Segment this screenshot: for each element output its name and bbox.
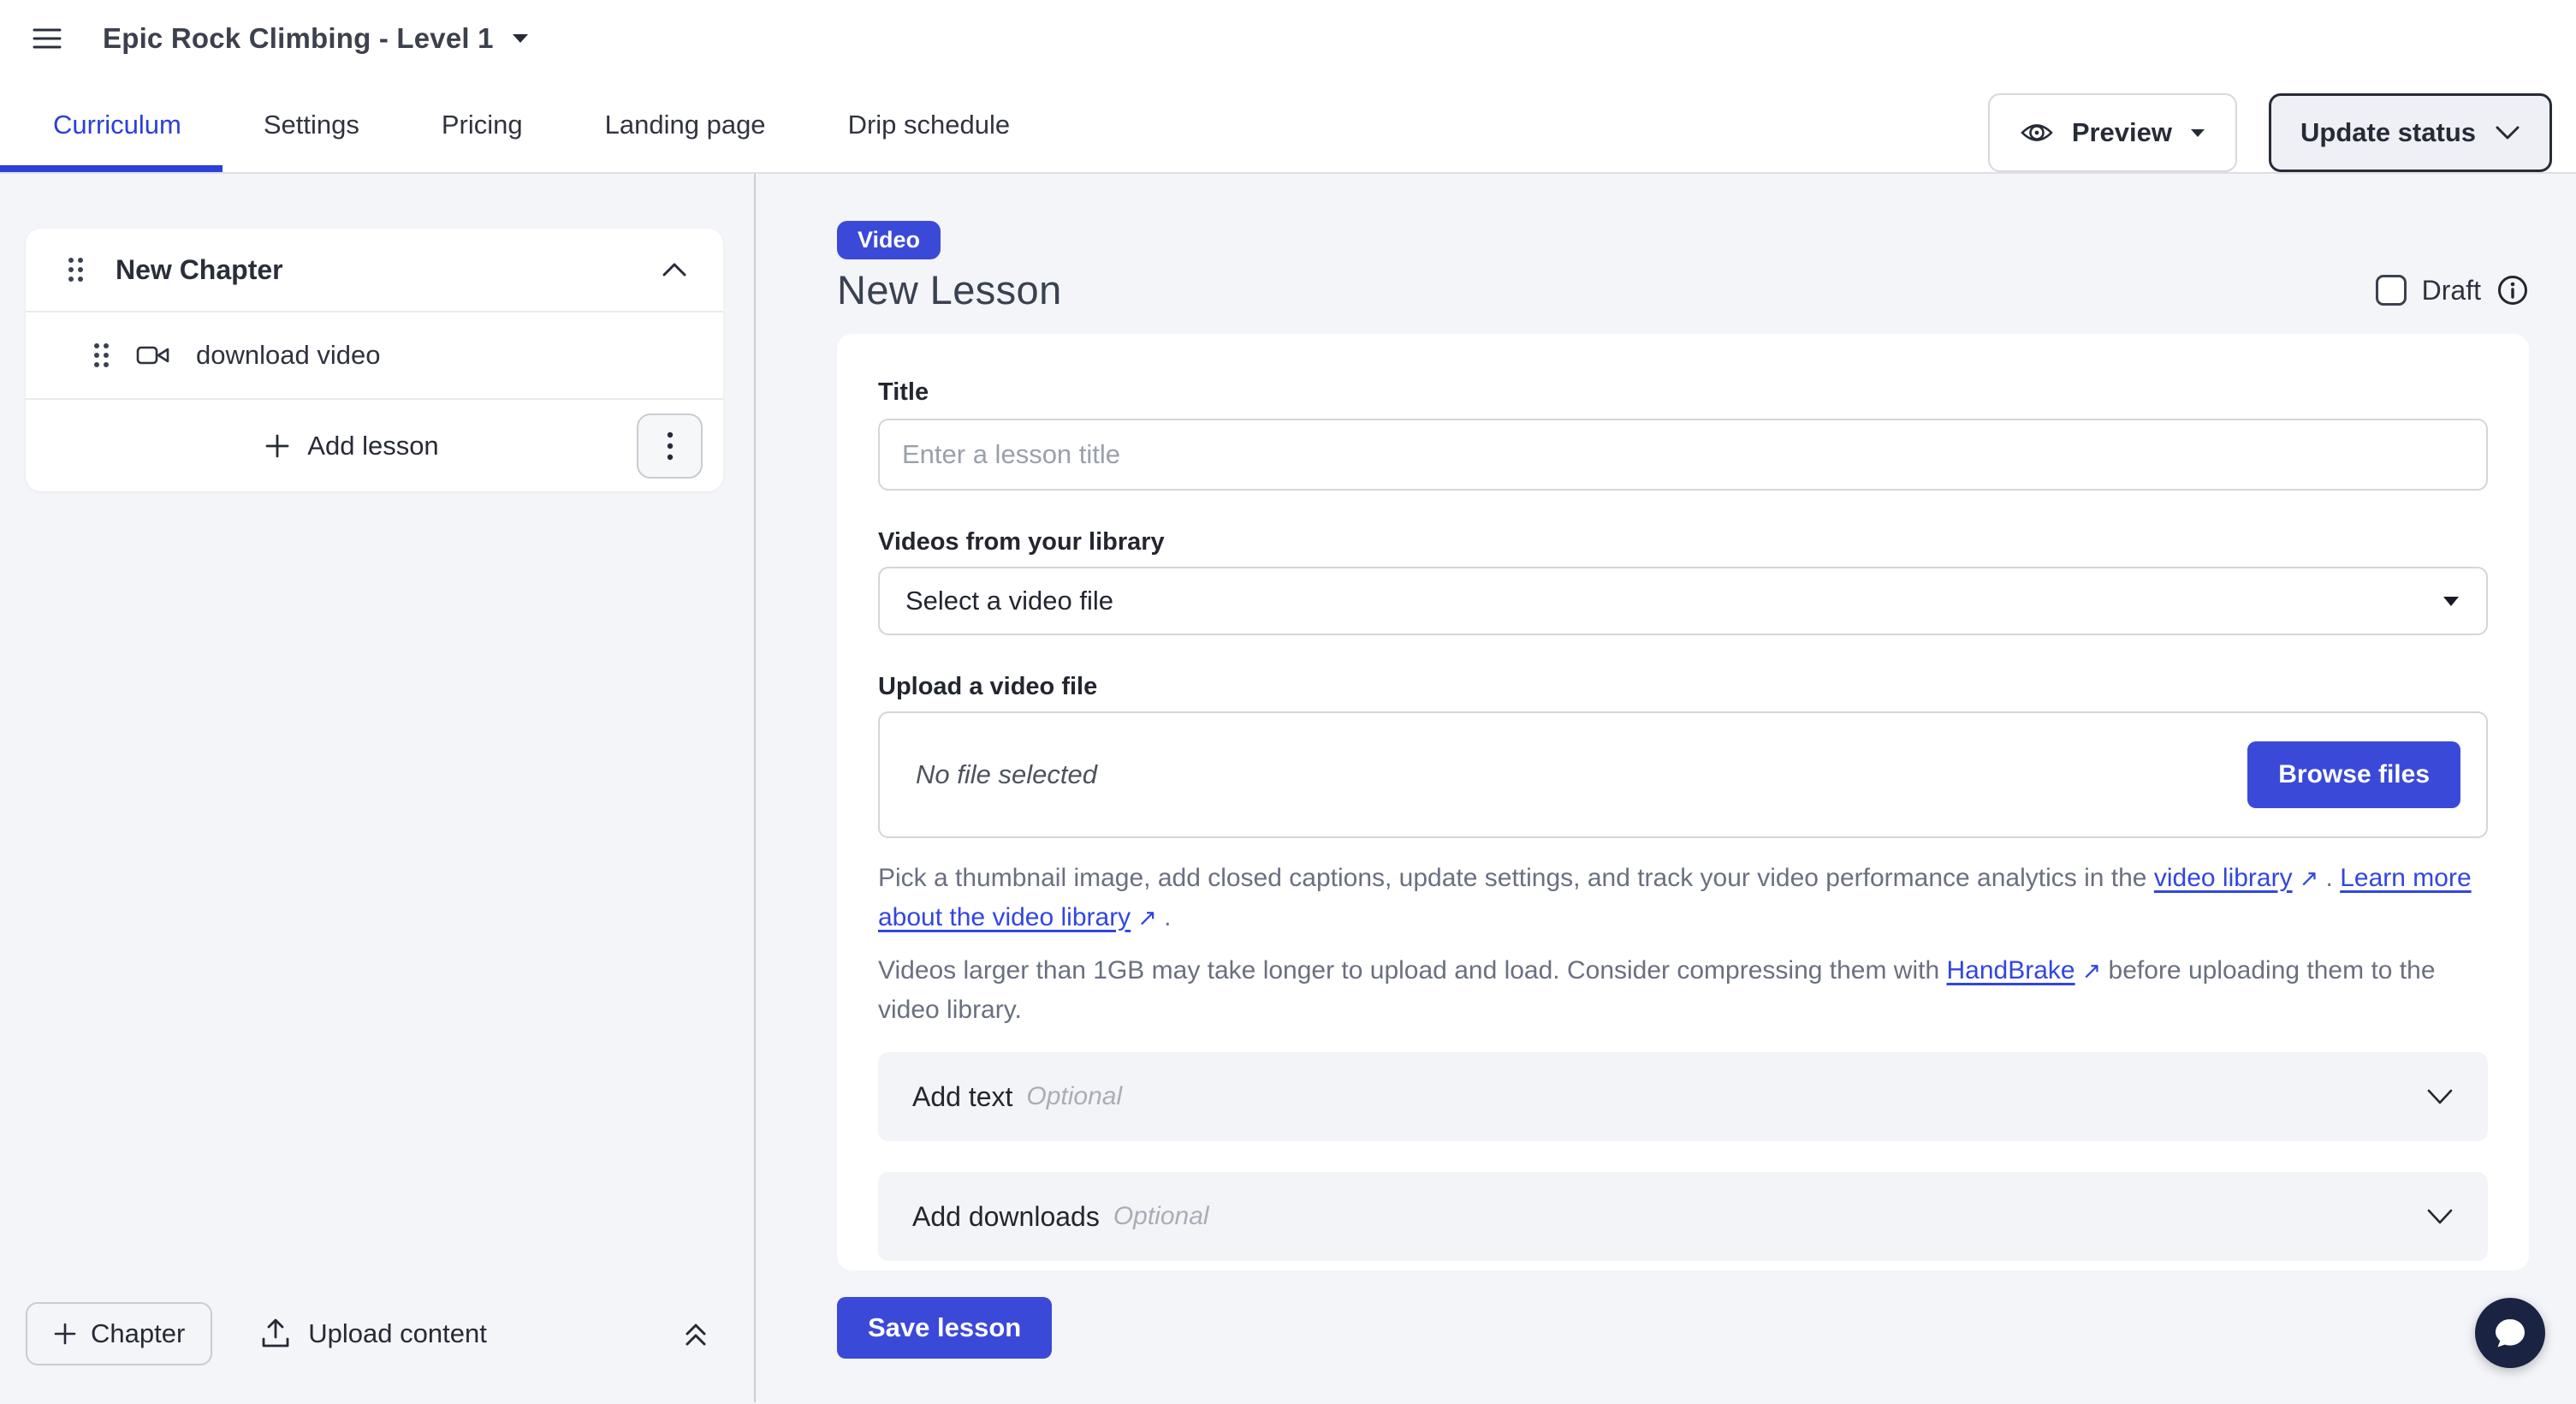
chevron-down-icon <box>2426 1088 2454 1105</box>
upload-content-label: Upload content <box>308 1318 487 1349</box>
add-text-label: Add text <box>912 1081 1012 1113</box>
topbar: Epic Rock Climbing - Level 1 <box>0 0 2576 77</box>
chapter-title: New Chapter <box>116 254 283 286</box>
lesson-type-badge: Video <box>837 221 941 259</box>
curriculum-sidebar: New Chapter download video <box>0 174 756 1402</box>
plus-icon <box>53 1322 77 1346</box>
sidebar-footer: Chapter Upload content <box>0 1286 752 1402</box>
video-library-select-value: Select a video file <box>905 586 1113 616</box>
draft-checkbox[interactable] <box>2376 275 2407 306</box>
external-link-icon: ↗ <box>2300 866 2319 891</box>
save-lesson-button[interactable]: Save lesson <box>837 1297 1052 1359</box>
lesson-title: download video <box>196 340 380 371</box>
optional-label: Optional <box>1113 1202 1209 1231</box>
add-downloads-label: Add downloads <box>912 1201 1100 1233</box>
chevron-down-icon <box>2426 1208 2454 1225</box>
chevron-up-icon[interactable] <box>662 262 687 277</box>
title-field-label: Title <box>878 378 2488 407</box>
upload-content-button[interactable]: Upload content <box>260 1318 487 1350</box>
video-library-help-text: Pick a thumbnail image, add closed capti… <box>878 859 2488 937</box>
file-size-help-text: Videos larger than 1GB may take longer t… <box>878 951 2488 1030</box>
kebab-icon <box>667 431 674 461</box>
page-title: New Lesson <box>837 266 1062 313</box>
external-link-icon: ↗ <box>2082 958 2102 984</box>
upload-field-label: Upload a video file <box>878 673 2488 701</box>
header-actions: Preview Update status <box>1988 93 2552 172</box>
caret-down-icon <box>2189 128 2206 139</box>
caret-down-icon <box>511 33 530 45</box>
tab-drip-schedule[interactable]: Drip schedule <box>807 77 1052 172</box>
chapter-row[interactable]: New Chapter <box>26 229 723 312</box>
chevron-down-icon <box>2495 125 2520 140</box>
add-text-accordion[interactable]: Add text Optional <box>878 1052 2488 1141</box>
video-camera-icon <box>136 343 170 367</box>
course-switcher[interactable]: Epic Rock Climbing - Level 1 <box>103 22 530 55</box>
chat-widget-button[interactable] <box>2475 1298 2545 1368</box>
lesson-row-download-video[interactable]: download video <box>26 312 723 400</box>
add-chapter-label: Chapter <box>91 1318 185 1349</box>
video-library-link[interactable]: video library↗ <box>2154 864 2318 892</box>
lesson-editor: Video New Lesson Draft Title Videos from… <box>756 174 2576 1402</box>
eye-icon <box>2019 115 2055 151</box>
draft-toggle: Draft <box>2376 274 2529 313</box>
drag-handle-icon[interactable] <box>67 255 85 284</box>
hamburger-menu-icon[interactable] <box>27 19 67 58</box>
lesson-title-input[interactable] <box>878 419 2488 491</box>
draft-label: Draft <box>2422 275 2481 306</box>
tab-landing-page[interactable]: Landing page <box>564 77 807 172</box>
tab-pricing[interactable]: Pricing <box>401 77 564 172</box>
course-title: Epic Rock Climbing - Level 1 <box>103 22 494 55</box>
handbrake-link[interactable]: HandBrake↗ <box>1947 956 2102 985</box>
library-field-label: Videos from your library <box>878 528 2488 556</box>
upload-icon <box>260 1318 291 1350</box>
collapse-all-icon[interactable] <box>679 1317 713 1351</box>
video-library-select[interactable]: Select a video file <box>878 567 2488 635</box>
chat-bubble-icon <box>2492 1315 2528 1351</box>
content: New Chapter download video <box>0 174 2576 1402</box>
add-chapter-button[interactable]: Chapter <box>26 1302 212 1365</box>
optional-label: Optional <box>1026 1082 1122 1111</box>
info-icon[interactable] <box>2496 274 2529 306</box>
add-lesson-button[interactable]: Add lesson <box>67 431 637 461</box>
preview-button[interactable]: Preview <box>1988 93 2237 172</box>
lesson-form-card: Title Videos from your library Select a … <box>837 334 2529 1270</box>
preview-label: Preview <box>2072 117 2172 148</box>
tab-settings[interactable]: Settings <box>223 77 401 172</box>
browse-files-button[interactable]: Browse files <box>2247 741 2460 808</box>
add-downloads-accordion[interactable]: Add downloads Optional <box>878 1172 2488 1261</box>
chapter-menu-button[interactable] <box>637 413 703 479</box>
chapter-card: New Chapter download video <box>26 229 723 491</box>
drag-handle-icon[interactable] <box>92 341 110 370</box>
plus-icon <box>264 433 290 459</box>
file-upload-box: No file selected Browse files <box>878 711 2488 838</box>
update-status-label: Update status <box>2300 117 2476 148</box>
add-lesson-row: Add lesson <box>26 400 723 491</box>
tab-curriculum[interactable]: Curriculum <box>0 77 223 172</box>
external-link-icon: ↗ <box>1137 905 1157 931</box>
update-status-button[interactable]: Update status <box>2269 93 2552 172</box>
caret-down-icon <box>2442 595 2460 608</box>
add-lesson-label: Add lesson <box>307 431 438 461</box>
no-file-text: No file selected <box>905 759 1097 790</box>
header: Epic Rock Climbing - Level 1 Curriculum … <box>0 0 2576 174</box>
